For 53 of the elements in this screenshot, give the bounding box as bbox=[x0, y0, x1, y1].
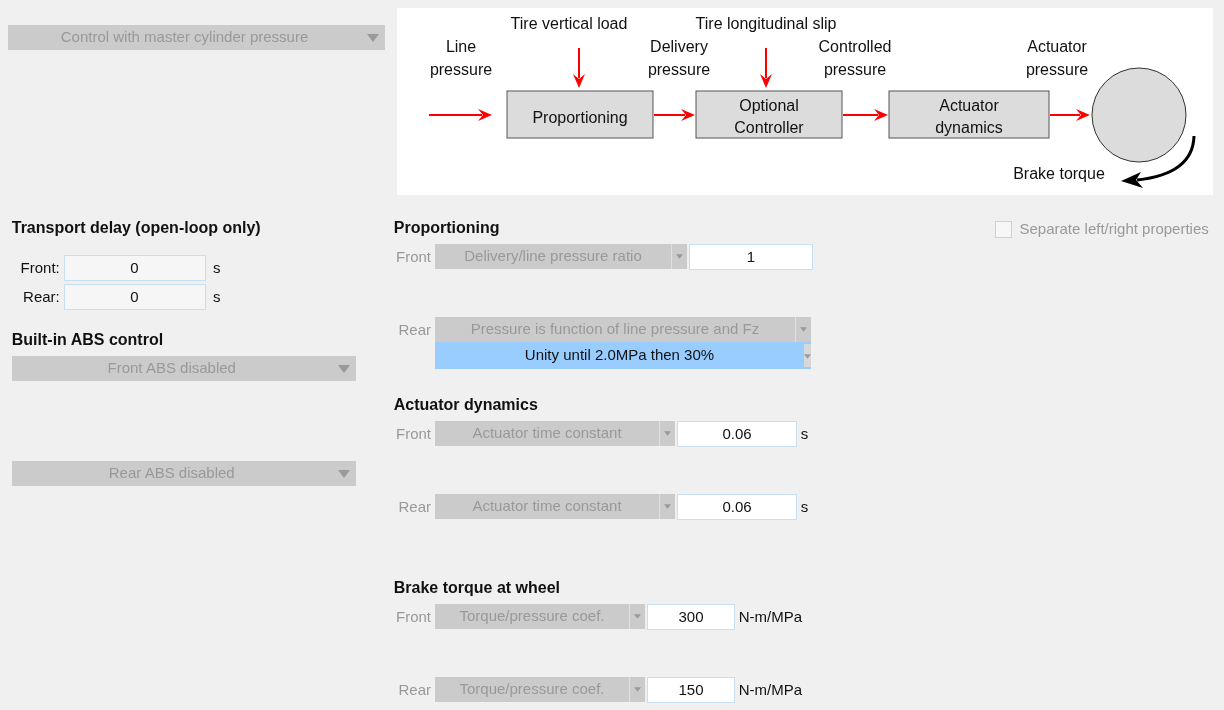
arrow bbox=[653, 109, 695, 121]
caret-icon bbox=[337, 469, 350, 478]
caret-icon bbox=[664, 504, 671, 509]
field-label: Front bbox=[395, 424, 431, 444]
caret-icon bbox=[800, 327, 807, 332]
section-heading: Proportioning bbox=[393, 218, 501, 238]
caret-icon bbox=[804, 353, 811, 359]
section-heading: Actuator dynamics bbox=[393, 395, 539, 415]
arrow bbox=[1049, 109, 1090, 121]
input-field[interactable]: 0 bbox=[63, 284, 206, 310]
unit-label: N-m/MPa bbox=[738, 607, 803, 627]
signal-label: Controlled pressure bbox=[818, 38, 892, 78]
unit-label: s bbox=[213, 257, 221, 278]
signal-label: Tire vertical load bbox=[510, 15, 628, 32]
field-label: Rear bbox=[397, 680, 431, 700]
signal-label: Line pressure bbox=[429, 38, 493, 78]
field-label: Front: bbox=[19, 257, 60, 278]
signal-label: Delivery pressure bbox=[647, 38, 711, 78]
input-field[interactable]: 150 bbox=[647, 677, 735, 703]
caret-icon bbox=[664, 431, 671, 436]
block: Optional Controller bbox=[695, 90, 843, 139]
section-heading: Built-in ABS control bbox=[11, 330, 165, 350]
input-field[interactable]: 0.06 bbox=[677, 421, 797, 447]
unit-label: s bbox=[800, 497, 809, 517]
caret-icon bbox=[634, 687, 641, 692]
signal-label: Tire longitudinal slip bbox=[695, 15, 837, 32]
unit-label: s bbox=[213, 286, 221, 307]
dropdown[interactable]: Unity until 2.0MPa then 30% bbox=[435, 342, 811, 369]
arrow bbox=[573, 47, 585, 88]
input-field[interactable]: 1 bbox=[689, 244, 813, 270]
caret-icon bbox=[367, 33, 379, 42]
section-heading: Transport delay (open-loop only) bbox=[11, 218, 262, 238]
block: Proportioning bbox=[506, 90, 654, 139]
input-field[interactable]: 0 bbox=[63, 255, 206, 281]
arrow bbox=[842, 109, 888, 121]
signal-label: Actuator pressure bbox=[1025, 38, 1089, 78]
section-heading: Brake torque at wheel bbox=[393, 578, 562, 598]
field-label: Rear bbox=[397, 497, 431, 517]
caret-icon bbox=[676, 254, 683, 259]
input-field[interactable]: 300 bbox=[647, 604, 735, 630]
field-label: Rear: bbox=[22, 286, 60, 307]
arrow bbox=[760, 47, 772, 88]
arrow bbox=[428, 109, 492, 121]
field-label: Front bbox=[395, 247, 431, 267]
field-label: Rear bbox=[397, 320, 431, 340]
unit-label: s bbox=[800, 424, 809, 444]
caret-icon bbox=[634, 614, 641, 619]
input-field[interactable]: 0.06 bbox=[677, 494, 797, 520]
caret-icon bbox=[337, 364, 350, 373]
unit-label: N-m/MPa bbox=[738, 680, 803, 700]
block: Actuator dynamics bbox=[888, 90, 1050, 139]
field-label: Front bbox=[395, 607, 431, 627]
signal-label: Brake torque bbox=[1013, 165, 1105, 182]
